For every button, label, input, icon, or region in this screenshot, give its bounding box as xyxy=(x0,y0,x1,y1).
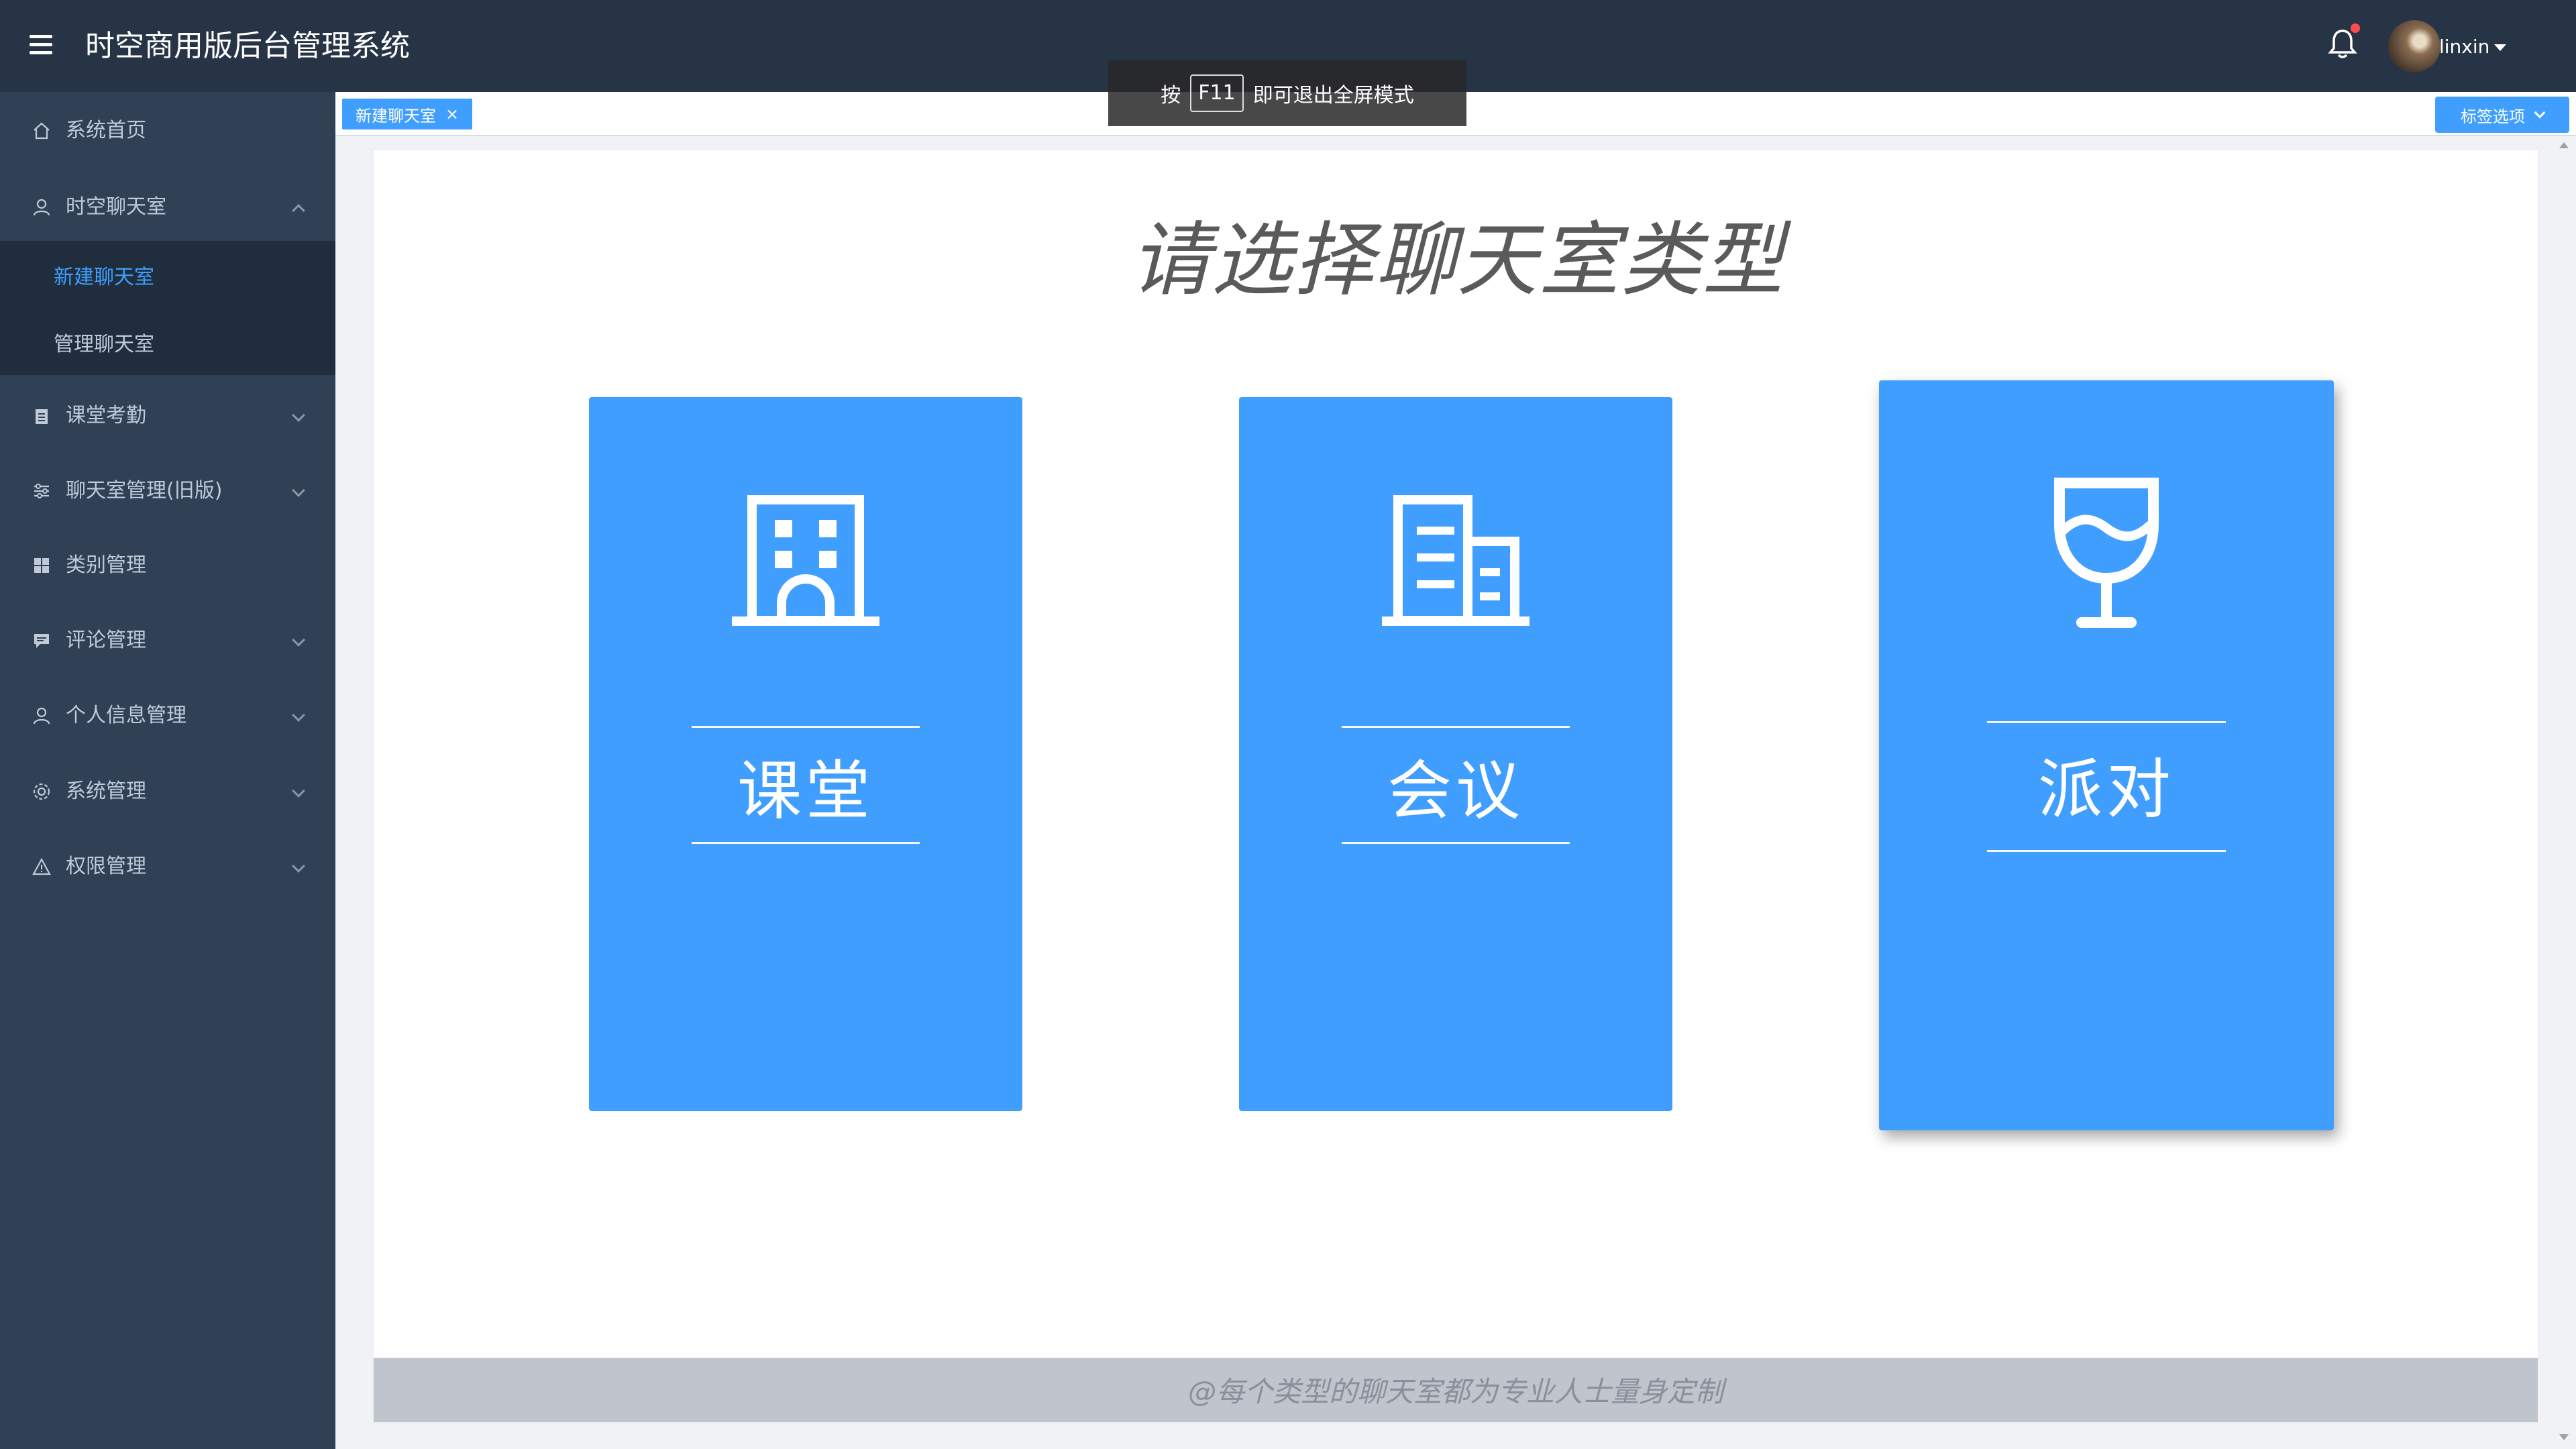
office-building-icon xyxy=(1382,495,1529,626)
sidebar-item-home[interactable]: 系统首页 xyxy=(0,97,335,164)
username[interactable]: linxin xyxy=(2439,34,2489,60)
sidebar-item-attendance[interactable]: 课堂考勤 xyxy=(0,382,335,449)
fullscreen-hint: 按 F11 即可退出全屏模式 xyxy=(1108,60,1466,126)
close-icon[interactable]: × xyxy=(445,105,459,123)
sliders-icon xyxy=(34,484,49,498)
sidebar-item-system[interactable]: 系统管理 xyxy=(0,758,335,825)
divider-line xyxy=(1342,842,1570,844)
card-meeting[interactable]: 会议 xyxy=(1239,397,1672,1111)
app-title: 时空商用版后台管理系统 xyxy=(85,29,410,63)
avatar[interactable] xyxy=(2388,20,2440,72)
comment-icon xyxy=(34,634,49,648)
chevron-down-icon xyxy=(2534,107,2546,119)
main-card: 请选择聊天室类型 课堂 会议 派对 @每个类型的聊天室都为专业人士量身定制 xyxy=(372,149,2539,1424)
divider-line xyxy=(692,842,920,844)
page-title: 请选择聊天室类型 xyxy=(1130,214,1784,307)
chevron-up-icon xyxy=(292,204,305,217)
notification-dot xyxy=(2351,23,2360,33)
sidebar-item-label: 时空聊天室 xyxy=(66,195,166,219)
chevron-down-icon xyxy=(292,409,305,422)
sidebar: 系统首页 时空聊天室 新建聊天室 管理聊天室 课堂考勤 聊天室管理(旧版) 类别… xyxy=(0,92,335,1449)
sidebar-item-chatroom-legacy[interactable]: 聊天室管理(旧版) xyxy=(0,458,335,525)
sidebar-item-chatroom[interactable]: 时空聊天室 xyxy=(0,174,335,241)
footer-text: @每个类型的聊天室都为专业人士量身定制 xyxy=(1187,1375,1723,1408)
tag-new-chatroom[interactable]: 新建聊天室 × xyxy=(342,99,473,129)
home-icon xyxy=(34,122,50,140)
card-party[interactable]: 派对 xyxy=(1879,380,2334,1130)
user-icon xyxy=(33,199,50,216)
wine-glass-icon xyxy=(2054,478,2159,628)
sidebar-item-label: 课堂考勤 xyxy=(66,404,146,427)
card-label: 会议 xyxy=(1387,753,1524,828)
tag-label: 新建聊天室 xyxy=(356,106,436,125)
sidebar-item-label: 系统管理 xyxy=(66,780,146,803)
divider-line xyxy=(692,726,920,728)
f11-key: F11 xyxy=(1190,74,1244,112)
sidebar-item-label: 评论管理 xyxy=(66,629,146,652)
sidebar-item-label: 类别管理 xyxy=(66,553,146,577)
tag-options-button[interactable]: 标签选项 xyxy=(2435,97,2569,133)
chevron-down-icon xyxy=(292,708,305,722)
sidebar-item-profile[interactable]: 个人信息管理 xyxy=(0,682,335,749)
sidebar-item-label: 系统首页 xyxy=(66,119,146,142)
clipboard-icon xyxy=(36,409,48,424)
divider-line xyxy=(1342,726,1570,728)
building-icon xyxy=(732,495,879,626)
sidebar-item-label: 聊天室管理(旧版) xyxy=(66,479,223,502)
chevron-down-icon xyxy=(292,484,305,497)
chevron-down-icon xyxy=(292,633,305,647)
warning-icon xyxy=(32,857,51,875)
hamburger-icon[interactable] xyxy=(30,35,52,55)
divider-line xyxy=(1987,850,2226,852)
grid-icon xyxy=(34,558,49,573)
sidebar-subitem-label: 新建聊天室 xyxy=(54,266,154,289)
card-label: 派对 xyxy=(2038,752,2175,827)
user-icon xyxy=(33,707,50,724)
sidebar-subitem-label: 管理聊天室 xyxy=(54,333,154,356)
fullscreen-hint-prefix: 按 xyxy=(1161,84,1181,107)
sidebar-subitem-manage-chatroom[interactable]: 管理聊天室 xyxy=(0,315,335,375)
footer-bar: @每个类型的聊天室都为专业人士量身定制 xyxy=(374,1358,2538,1422)
caret-down-icon[interactable] xyxy=(2494,44,2506,51)
divider-line xyxy=(1987,721,2226,723)
sidebar-item-category[interactable]: 类别管理 xyxy=(0,532,335,599)
chevron-down-icon xyxy=(292,859,305,873)
scroll-up-arrow[interactable] xyxy=(2559,142,2569,148)
chevron-down-icon xyxy=(292,784,305,798)
tag-options-label: 标签选项 xyxy=(2461,107,2525,126)
sidebar-item-comments[interactable]: 评论管理 xyxy=(0,607,335,674)
sidebar-item-label: 个人信息管理 xyxy=(66,704,186,727)
fullscreen-hint-suffix: 即可退出全屏模式 xyxy=(1252,84,1414,107)
sidebar-item-permissions[interactable]: 权限管理 xyxy=(0,833,335,900)
sidebar-item-label: 权限管理 xyxy=(66,855,146,878)
card-label: 课堂 xyxy=(737,753,874,828)
gear-icon xyxy=(33,783,50,800)
card-classroom[interactable]: 课堂 xyxy=(589,397,1022,1111)
sidebar-subitem-new-chatroom[interactable]: 新建聊天室 xyxy=(0,248,335,308)
scroll-down-arrow[interactable] xyxy=(2559,1434,2569,1440)
